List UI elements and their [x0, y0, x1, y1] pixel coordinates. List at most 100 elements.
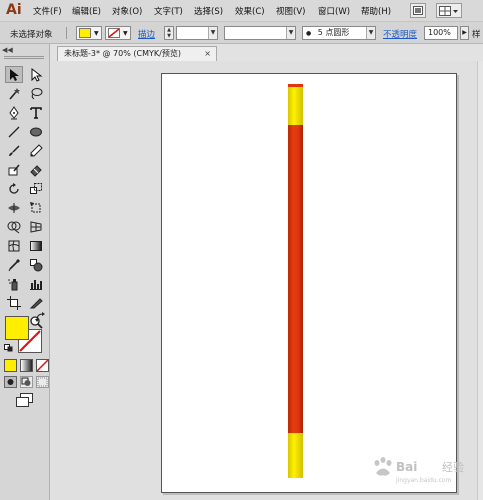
image-icon [413, 6, 423, 15]
bridge-button[interactable] [410, 3, 426, 18]
color-mode-button[interactable] [4, 359, 17, 372]
chevron-down-icon: ▼ [123, 29, 128, 37]
artwork[interactable] [162, 74, 458, 494]
selection-status: 未选择对象 [10, 30, 53, 40]
width-icon [8, 202, 20, 213]
direct-selection-tool[interactable] [27, 66, 45, 83]
document-tab-title: 未标题-3* @ 70% (CMYK/预览) [64, 49, 181, 58]
magic-wand-tool[interactable] [5, 85, 23, 102]
width-tool[interactable] [5, 199, 23, 216]
opacity-dropdown-button[interactable]: ▶ [460, 26, 469, 40]
menu-type[interactable]: 文字(T) [154, 5, 183, 17]
artboard[interactable] [161, 73, 457, 493]
type-tool[interactable] [27, 104, 45, 121]
ellipse-tool[interactable] [27, 123, 45, 140]
pen-tool[interactable] [5, 104, 23, 121]
selection-tool[interactable] [5, 66, 23, 83]
draw-normal-icon [7, 379, 14, 385]
default-colors-button[interactable] [4, 344, 13, 352]
pole-red-segment[interactable] [288, 125, 303, 434]
variable-width-profile-select[interactable]: ▼ [224, 26, 296, 40]
rotate-icon [9, 182, 19, 194]
column-graph-tool[interactable] [27, 275, 45, 292]
artboard-tool[interactable] [5, 294, 23, 311]
fill-swatch [79, 28, 91, 38]
type-icon [30, 106, 42, 119]
pole-top-yellow-segment[interactable] [288, 87, 303, 125]
stroke-weight-stepper[interactable]: ▲ ▼ [164, 26, 174, 40]
blob-brush-tool[interactable] [5, 161, 23, 178]
eraser-tool[interactable] [27, 161, 45, 178]
brush-definition-select[interactable]: ● 5 点圆形 ▼ [302, 26, 376, 40]
pole-shape[interactable] [288, 84, 303, 478]
draw-normal-button[interactable] [4, 376, 17, 388]
app-logo: Ai [6, 2, 22, 18]
menu-view[interactable]: 视图(V) [276, 5, 305, 17]
none-mode-button[interactable] [36, 359, 49, 372]
rotate-tool[interactable] [5, 180, 23, 197]
line-icon [8, 126, 20, 137]
pencil-tool[interactable] [27, 142, 45, 159]
draw-behind-button[interactable] [20, 376, 33, 388]
blend-tool[interactable] [27, 256, 45, 273]
menu-edit[interactable]: 编辑(E) [72, 5, 101, 17]
panel-grip[interactable] [4, 56, 44, 59]
chevron-down-icon: ▼ [208, 27, 217, 39]
mesh-icon [8, 240, 20, 251]
chevron-down-icon: ▼ [94, 29, 99, 37]
close-icon[interactable]: × [204, 47, 211, 61]
blob-brush-icon [8, 164, 20, 175]
stroke-weight-field[interactable]: ▼ [176, 26, 218, 40]
baidu-jingyan-logo: Bai 经验 jingyan.baidu.com [374, 457, 464, 484]
swap-arrows-icon [35, 312, 45, 322]
document-tab[interactable]: 未标题-3* @ 70% (CMYK/预览) × [57, 46, 217, 61]
shape-builder-icon [7, 221, 21, 233]
slice-tool[interactable] [27, 294, 45, 311]
pole-bottom-yellow-segment[interactable] [288, 433, 303, 478]
menu-select[interactable]: 选择(S) [194, 5, 223, 17]
scale-tool[interactable] [27, 180, 45, 197]
menu-effect[interactable]: 效果(C) [235, 5, 265, 17]
menu-file[interactable]: 文件(F) [33, 5, 62, 17]
line-segment-tool[interactable] [5, 123, 23, 140]
free-transform-tool[interactable] [27, 199, 45, 216]
arrange-documents-button[interactable] [436, 3, 462, 18]
pencil-icon [30, 143, 43, 156]
screen-mode-icon [16, 393, 33, 407]
menu-window[interactable]: 窗口(W) [318, 5, 350, 17]
sprayer-icon [8, 278, 18, 290]
stroke-color-picker[interactable]: ▼ [105, 26, 131, 40]
menu-object[interactable]: 对象(O) [112, 5, 142, 17]
perspective-grid-icon [30, 220, 42, 233]
default-colors-icon [4, 344, 13, 352]
mesh-tool[interactable] [5, 237, 23, 254]
eyedropper-tool[interactable] [5, 256, 23, 273]
fill-color-picker[interactable]: ▼ [76, 26, 102, 40]
draw-behind-icon [21, 377, 31, 386]
menu-help[interactable]: 帮助(H) [361, 5, 391, 17]
eraser-icon [30, 164, 42, 177]
symbol-sprayer-tool[interactable] [5, 275, 23, 292]
shape-builder-tool[interactable] [5, 218, 23, 235]
stroke-panel-link[interactable]: 描边 [138, 28, 155, 40]
swap-fill-stroke-button[interactable] [35, 312, 47, 322]
no-fill-icon [36, 359, 49, 372]
watermark: Bai 经验 jingyan.baidu.com [368, 453, 478, 485]
free-transform-icon [30, 201, 41, 212]
opacity-field[interactable]: 100% [424, 26, 458, 40]
perspective-grid-tool[interactable] [27, 218, 45, 235]
svg-text:Bai: Bai [396, 460, 417, 474]
ellipse-icon [30, 127, 42, 136]
vertical-scrollbar[interactable] [477, 61, 483, 500]
fill-swatch-large[interactable] [5, 316, 29, 340]
brush-icon [9, 144, 20, 156]
draw-inside-button[interactable] [36, 376, 49, 388]
lasso-tool[interactable] [27, 85, 45, 102]
opacity-panel-link[interactable]: 不透明度 [383, 28, 417, 40]
gradient-tool[interactable] [27, 237, 45, 254]
collapse-panel-icon[interactable]: ◀◀ [2, 46, 13, 54]
canvas-area[interactable] [51, 61, 483, 500]
paintbrush-tool[interactable] [5, 142, 23, 159]
gradient-mode-button[interactable] [20, 359, 33, 372]
change-screen-mode-button[interactable] [15, 393, 35, 407]
